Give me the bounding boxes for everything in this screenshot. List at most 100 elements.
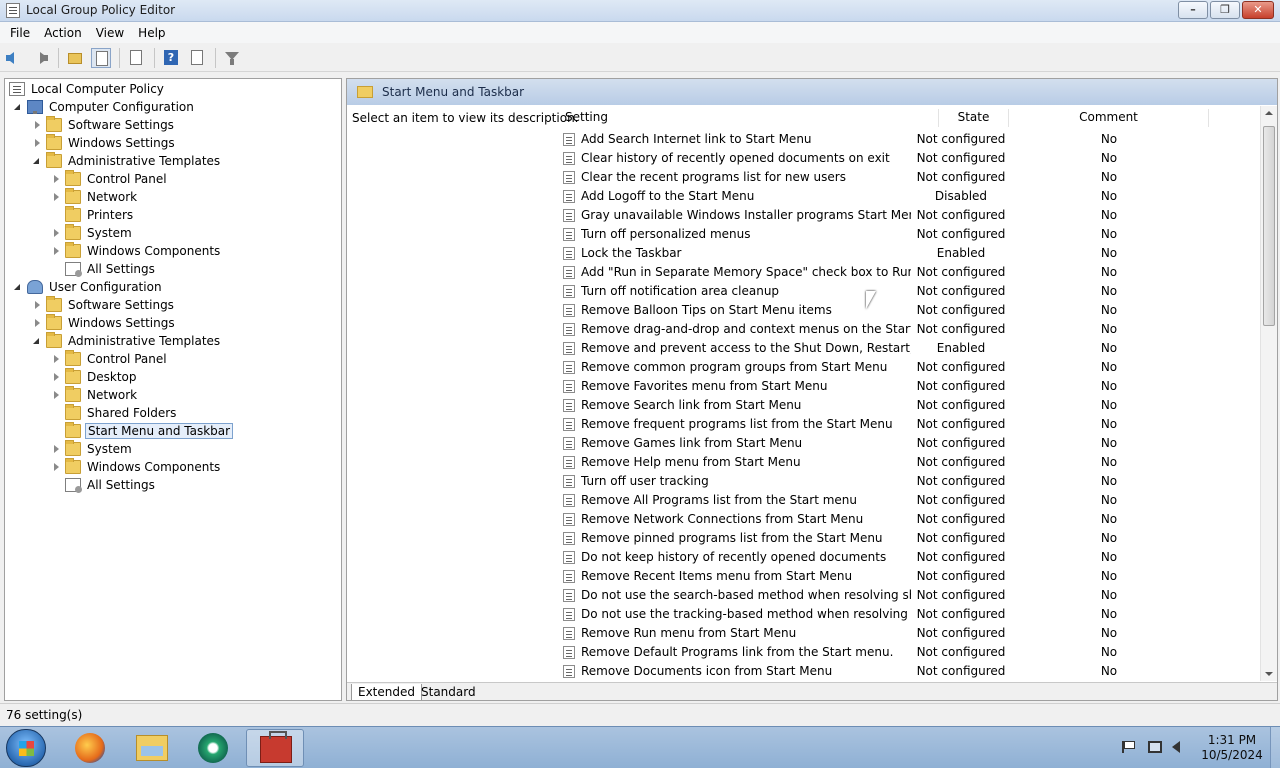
setting-row[interactable]: Remove Help menu from Start Menu Not conf… bbox=[559, 453, 1259, 472]
setting-row[interactable]: Lock the Taskbar Enabled No bbox=[559, 244, 1259, 263]
tree-item-system[interactable]: System bbox=[51, 224, 134, 242]
setting-row[interactable]: Add Logoff to the Start Menu Disabled No bbox=[559, 187, 1259, 206]
expand-arrow-icon[interactable] bbox=[32, 300, 42, 310]
expand-arrow-icon[interactable] bbox=[32, 120, 42, 130]
setting-row[interactable]: Remove Games link from Start Menu Not con… bbox=[559, 434, 1259, 453]
expand-arrow-icon[interactable] bbox=[51, 372, 61, 382]
setting-row[interactable]: Do not use the search-based method when … bbox=[559, 586, 1259, 605]
taskbar-firefox[interactable] bbox=[60, 729, 118, 767]
collapse-arrow-icon[interactable] bbox=[13, 102, 23, 112]
forward-arrow-icon[interactable] bbox=[30, 48, 50, 68]
tree-item-windows-settings[interactable]: Windows Settings bbox=[32, 134, 177, 152]
taskbar-policy-editor[interactable] bbox=[246, 729, 304, 767]
tree-item-windows-components[interactable]: Windows Components bbox=[51, 458, 222, 476]
tree-item-control-panel[interactable]: Control Panel bbox=[51, 170, 169, 188]
expand-arrow-icon[interactable] bbox=[51, 246, 61, 256]
scroll-down-icon[interactable] bbox=[1265, 672, 1273, 676]
column-header-setting[interactable]: Setting bbox=[559, 109, 939, 127]
setting-row[interactable]: Do not keep history of recently opened d… bbox=[559, 548, 1259, 567]
volume-icon[interactable] bbox=[1172, 741, 1180, 753]
vertical-scrollbar[interactable] bbox=[1260, 106, 1277, 681]
tree-item-start-menu-and-taskbar[interactable]: Start Menu and Taskbar bbox=[51, 422, 234, 440]
expand-arrow-icon[interactable] bbox=[51, 354, 61, 364]
network-icon[interactable] bbox=[1148, 741, 1162, 753]
setting-row[interactable]: Remove drag-and-drop and context menus o… bbox=[559, 320, 1259, 339]
column-header-state[interactable]: State bbox=[939, 109, 1009, 127]
tree-item-local-computer-policy[interactable]: Local Computer Policy bbox=[9, 80, 166, 98]
minimize-button[interactable]: – bbox=[1178, 1, 1208, 19]
export-list-icon[interactable] bbox=[126, 48, 146, 68]
setting-row[interactable]: Remove common program groups from Start … bbox=[559, 358, 1259, 377]
menu-view[interactable]: View bbox=[90, 24, 130, 42]
tree-item-network[interactable]: Network bbox=[51, 386, 139, 404]
setting-row[interactable]: Add Search Internet link to Start Menu No… bbox=[559, 130, 1259, 149]
setting-row[interactable]: Turn off notification area cleanup Not co… bbox=[559, 282, 1259, 301]
tree-item-all-settings[interactable]: All Settings bbox=[51, 476, 157, 494]
action-center-flag-icon[interactable] bbox=[1122, 741, 1135, 753]
tree-item-system[interactable]: System bbox=[51, 440, 134, 458]
setting-row[interactable]: Remove Network Connections from Start Me… bbox=[559, 510, 1259, 529]
close-button[interactable]: ✕ bbox=[1242, 1, 1274, 19]
tree-item-computer-configuration[interactable]: Computer Configuration bbox=[13, 98, 196, 116]
menu-help[interactable]: Help bbox=[132, 24, 171, 42]
expand-arrow-icon[interactable] bbox=[51, 444, 61, 454]
setting-row[interactable]: Remove Search link from Start Menu Not co… bbox=[559, 396, 1259, 415]
expand-arrow-icon[interactable] bbox=[51, 192, 61, 202]
setting-row[interactable]: Remove Default Programs link from the St… bbox=[559, 643, 1259, 662]
setting-row[interactable]: Do not use the tracking-based method whe… bbox=[559, 605, 1259, 624]
tree-item-administrative-templates[interactable]: Administrative Templates bbox=[32, 152, 222, 170]
show-hide-tree-icon[interactable] bbox=[91, 47, 111, 68]
help-icon[interactable]: ? bbox=[161, 48, 181, 68]
setting-row[interactable]: Remove Documents icon from Start Menu Not… bbox=[559, 662, 1259, 681]
clock[interactable]: 1:31 PM 10/5/2024 bbox=[1196, 733, 1268, 763]
tree-item-software-settings[interactable]: Software Settings bbox=[32, 116, 176, 134]
tree-item-network[interactable]: Network bbox=[51, 188, 139, 206]
setting-row[interactable]: Remove All Programs list from the Start … bbox=[559, 491, 1259, 510]
setting-row[interactable]: Turn off personalized menus Not configure… bbox=[559, 225, 1259, 244]
expand-arrow-icon[interactable] bbox=[51, 228, 61, 238]
setting-row[interactable]: Remove frequent programs list from the S… bbox=[559, 415, 1259, 434]
setting-row[interactable]: Add "Run in Separate Memory Space" check… bbox=[559, 263, 1259, 282]
tree-item-windows-components[interactable]: Windows Components bbox=[51, 242, 222, 260]
back-arrow-icon[interactable] bbox=[4, 48, 24, 68]
tab-extended[interactable]: Extended bbox=[351, 684, 422, 700]
expand-arrow-icon[interactable] bbox=[51, 462, 61, 472]
setting-row[interactable]: Turn off user tracking Not configured No bbox=[559, 472, 1259, 491]
up-folder-icon[interactable] bbox=[65, 48, 85, 68]
setting-row[interactable]: Remove Balloon Tips on Start Menu items N… bbox=[559, 301, 1259, 320]
expand-arrow-icon[interactable] bbox=[32, 318, 42, 328]
taskbar-explorer[interactable] bbox=[122, 729, 180, 767]
column-header-comment[interactable]: Comment bbox=[1009, 109, 1209, 127]
tree-item-user-configuration[interactable]: User Configuration bbox=[13, 278, 164, 296]
setting-row[interactable]: Remove and prevent access to the Shut Do… bbox=[559, 339, 1259, 358]
tree-item-shared-folders[interactable]: Shared Folders bbox=[51, 404, 178, 422]
setting-row[interactable]: Gray unavailable Windows Installer progr… bbox=[559, 206, 1259, 225]
setting-row[interactable]: Remove Recent Items menu from Start Menu… bbox=[559, 567, 1259, 586]
expand-arrow-icon[interactable] bbox=[51, 174, 61, 184]
expand-arrow-icon[interactable] bbox=[51, 390, 61, 400]
tree-item-printers[interactable]: Printers bbox=[51, 206, 135, 224]
setting-row[interactable]: Clear history of recently opened documen… bbox=[559, 149, 1259, 168]
show-desktop-button[interactable] bbox=[1270, 727, 1280, 768]
tree-item-control-panel[interactable]: Control Panel bbox=[51, 350, 169, 368]
setting-row[interactable]: Remove pinned programs list from the Sta… bbox=[559, 529, 1259, 548]
tree-item-administrative-templates[interactable]: Administrative Templates bbox=[32, 332, 222, 350]
setting-row[interactable]: Clear the recent programs list for new u… bbox=[559, 168, 1259, 187]
taskbar-media-player[interactable] bbox=[184, 729, 242, 767]
tab-standard[interactable]: Standard bbox=[415, 684, 482, 700]
expand-arrow-icon[interactable] bbox=[32, 138, 42, 148]
menu-file[interactable]: File bbox=[4, 24, 36, 42]
tree-item-desktop[interactable]: Desktop bbox=[51, 368, 139, 386]
start-button[interactable] bbox=[6, 729, 46, 767]
menu-action[interactable]: Action bbox=[38, 24, 88, 42]
collapse-arrow-icon[interactable] bbox=[13, 282, 23, 292]
scroll-up-icon[interactable] bbox=[1265, 111, 1273, 115]
setting-row[interactable]: Remove Run menu from Start Menu Not confi… bbox=[559, 624, 1259, 643]
setting-row[interactable]: Remove Favorites menu from Start Menu Not… bbox=[559, 377, 1259, 396]
properties-icon[interactable] bbox=[187, 48, 207, 68]
collapse-arrow-icon[interactable] bbox=[32, 156, 42, 166]
tree-item-software-settings[interactable]: Software Settings bbox=[32, 296, 176, 314]
tree-item-windows-settings[interactable]: Windows Settings bbox=[32, 314, 177, 332]
restore-button[interactable]: ❐ bbox=[1210, 1, 1240, 19]
filter-icon[interactable] bbox=[222, 48, 242, 68]
